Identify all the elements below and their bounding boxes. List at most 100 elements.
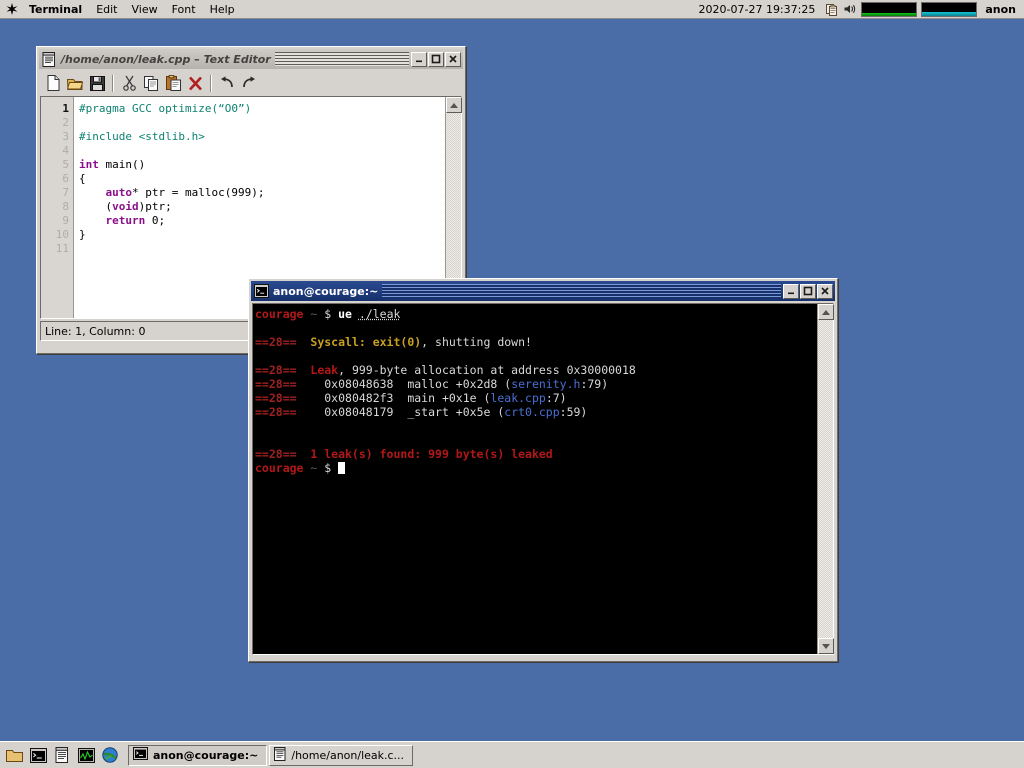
taskbar-window-terminal[interactable]: anon@courage:~ <box>128 744 268 766</box>
code-line[interactable]: #pragma GCC optimize(“O0”) <box>79 102 445 116</box>
terminal-span: Leak <box>310 363 339 377</box>
code-line[interactable]: (void)ptr; <box>79 200 445 214</box>
menu-item-edit[interactable]: Edit <box>89 1 124 18</box>
code-line[interactable] <box>79 116 445 130</box>
line-number-gutter: 1 2 3 4 5 6 7 8 9 10 11 <box>41 97 74 318</box>
editor-title-stripes <box>274 52 409 66</box>
scroll-up-icon[interactable] <box>446 97 462 113</box>
terminal-span: :59) <box>559 405 588 419</box>
save-file-button[interactable] <box>86 73 108 94</box>
terminal-line: courage ~ $ ue ./leak <box>255 307 817 321</box>
terminal-window[interactable]: anon@courage:~ courage ~ $ ue ./leak ==2… <box>248 278 838 662</box>
terminal-span: ==28== <box>255 335 311 349</box>
serenity-logo-icon[interactable] <box>2 1 22 18</box>
copy-button[interactable] <box>140 73 162 94</box>
file-manager-icon[interactable] <box>3 744 25 766</box>
memory-graph[interactable] <box>921 1 978 17</box>
terminal-title-stripes <box>382 284 781 298</box>
minimize-button[interactable] <box>411 51 427 67</box>
text-editor-icon <box>41 51 57 67</box>
text-editor-launcher-icon[interactable] <box>51 744 73 766</box>
code-line[interactable]: } <box>79 228 445 242</box>
terminal-window-buttons <box>783 283 834 299</box>
taskbar-window-label: /home/anon/leak.c... <box>291 748 405 762</box>
code-token: * ptr = malloc(999); <box>132 186 265 199</box>
close-button[interactable] <box>445 51 461 67</box>
taskbar: anon@courage:~ /home/anon/leak.c... <box>0 739 1024 768</box>
terminal-span: ==28== <box>255 363 311 377</box>
line-number: 11 <box>55 242 69 255</box>
terminal-launcher-icon[interactable] <box>27 744 49 766</box>
new-file-button[interactable] <box>42 73 64 94</box>
cpu-graph[interactable] <box>861 1 918 17</box>
close-button[interactable] <box>817 283 833 299</box>
terminal-span: ue <box>338 307 352 321</box>
taskbar-window-label: anon@courage:~ <box>153 748 259 762</box>
clock[interactable]: 2020-07-27 19:37:25 <box>691 3 824 16</box>
terminal-line: ==28== Syscall: exit(0), shutting down! <box>255 335 817 349</box>
terminal-span: ==28== <box>255 447 311 461</box>
clipboard-icon[interactable] <box>823 1 841 18</box>
terminal-span: courage <box>255 461 304 475</box>
open-folder-button[interactable] <box>64 73 86 94</box>
system-monitor-icon[interactable] <box>75 744 97 766</box>
editor-window-buttons <box>411 51 462 67</box>
terminal-span: , shutting down! <box>421 335 532 349</box>
cut-button[interactable] <box>118 73 140 94</box>
scroll-down-icon[interactable] <box>818 638 834 654</box>
terminal-span: leak.cpp <box>490 391 546 405</box>
code-token: int <box>79 158 99 171</box>
code-token: { <box>79 172 86 185</box>
line-number: 4 <box>62 144 69 157</box>
code-line[interactable] <box>79 144 445 158</box>
maximize-button[interactable] <box>800 283 816 299</box>
terminal-span: 0x080482f3 main +0x1e ( <box>324 391 491 405</box>
terminal-scroll-track[interactable] <box>818 320 833 638</box>
code-line[interactable]: #include <stdlib.h> <box>79 130 445 144</box>
code-line[interactable] <box>79 242 445 256</box>
browser-icon[interactable] <box>99 744 121 766</box>
maximize-button[interactable] <box>428 51 444 67</box>
terminal-line: ==28== 0x080482f3 main +0x1e (leak.cpp:7… <box>255 391 817 405</box>
terminal-body[interactable]: courage ~ $ ue ./leak ==28== Syscall: ex… <box>252 303 834 655</box>
terminal-output[interactable]: courage ~ $ ue ./leak ==28== Syscall: ex… <box>253 304 817 654</box>
terminal-span: ~ <box>303 307 325 321</box>
code-token: } <box>79 228 86 241</box>
terminal-icon <box>253 283 269 299</box>
code-line[interactable]: return 0; <box>79 214 445 228</box>
delete-button[interactable] <box>184 73 206 94</box>
scroll-up-icon[interactable] <box>818 304 834 320</box>
code-line[interactable]: { <box>79 172 445 186</box>
menu-item-font[interactable]: Font <box>165 1 203 18</box>
speaker-icon[interactable] <box>841 1 859 18</box>
line-number: 7 <box>62 186 69 199</box>
code-line[interactable]: int main() <box>79 158 445 172</box>
username-label[interactable]: anon <box>979 3 1024 16</box>
paste-button[interactable] <box>162 73 184 94</box>
line-number: 2 <box>62 116 69 129</box>
terminal-span: ~ <box>303 461 325 475</box>
terminal-titlebar[interactable]: anon@courage:~ <box>251 281 835 301</box>
editor-titlebar[interactable]: /home/anon/leak.cpp – Text Editor <box>39 49 463 69</box>
code-token: #include <stdlib.h> <box>79 130 205 143</box>
code-token: )ptr; <box>138 200 172 213</box>
menu-item-view[interactable]: View <box>125 1 165 18</box>
code-token: #pragma GCC optimize(“O0”) <box>79 102 252 115</box>
redo-button[interactable] <box>238 73 260 94</box>
code-line[interactable]: auto* ptr = malloc(999); <box>79 186 445 200</box>
terminal-span: serenity.h <box>511 377 581 391</box>
taskbar-window-editor[interactable]: /home/anon/leak.c... <box>269 744 414 766</box>
menu-item-help[interactable]: Help <box>203 1 242 18</box>
terminal-span: ==28== <box>255 405 325 419</box>
terminal-line: ==28== Leak, 999-byte allocation at addr… <box>255 363 817 377</box>
menu-item-terminal[interactable]: Terminal <box>22 1 89 18</box>
terminal-span: , 999-byte allocation at address 0x30000… <box>338 363 636 377</box>
terminal-span: courage <box>255 307 304 321</box>
terminal-span: :7) <box>545 391 567 405</box>
minimize-button[interactable] <box>783 283 799 299</box>
code-token: auto <box>105 186 133 199</box>
terminal-vertical-scrollbar[interactable] <box>817 304 834 654</box>
undo-button[interactable] <box>216 73 238 94</box>
terminal-span <box>352 307 359 321</box>
